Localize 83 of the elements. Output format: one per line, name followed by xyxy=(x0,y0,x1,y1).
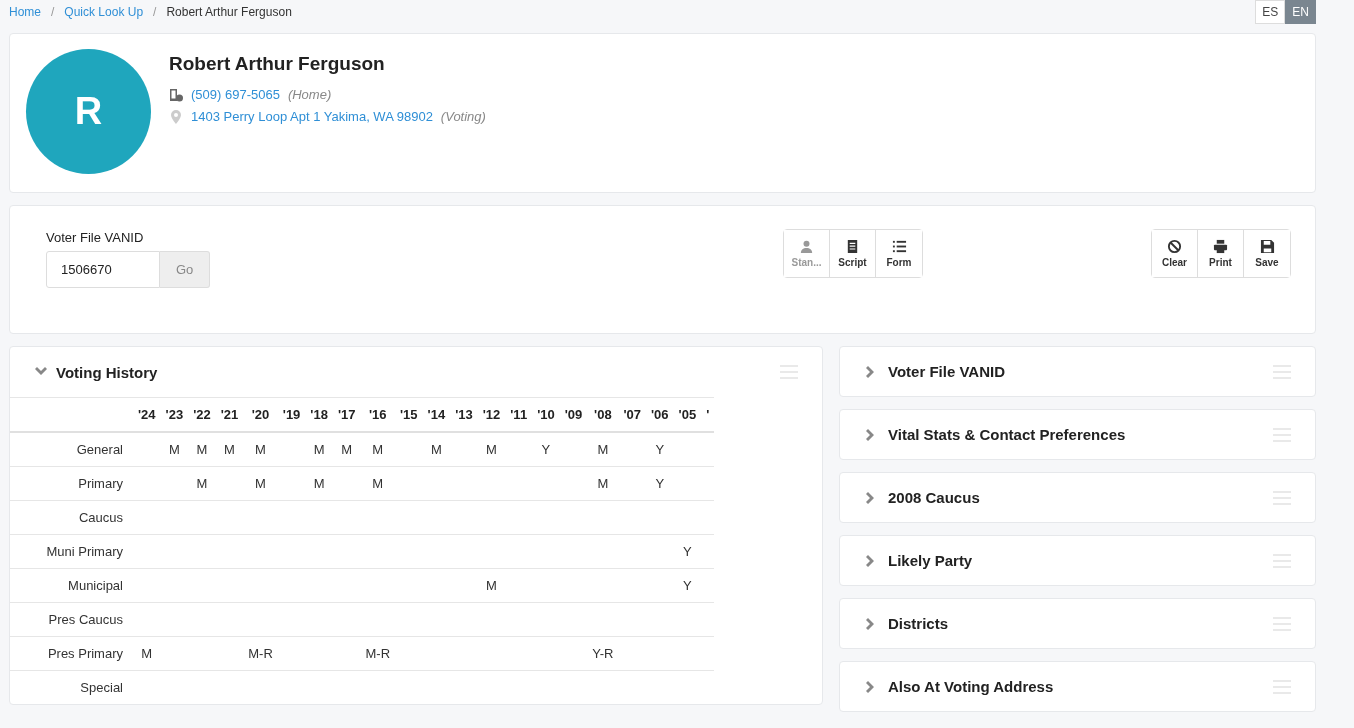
collapsed-panel[interactable]: 2008 Caucus xyxy=(839,472,1316,523)
breadcrumb-separator: / xyxy=(153,5,157,19)
column-header: '16 xyxy=(360,397,396,432)
table-cell: M xyxy=(133,636,161,671)
column-header: '13 xyxy=(450,397,478,432)
table-cell: M-R xyxy=(360,636,396,671)
phone-type: (Home) xyxy=(287,87,332,102)
collapsed-panel[interactable]: Vital Stats & Contact Preferences xyxy=(839,409,1316,460)
row-label: Caucus xyxy=(10,500,133,535)
vanid-input[interactable]: 1506670 xyxy=(46,251,160,288)
row-label: Municipal xyxy=(10,568,133,603)
column-header: '06 xyxy=(646,397,674,432)
column-header: '23 xyxy=(160,397,189,432)
row-label: Muni Primary xyxy=(10,534,133,569)
table-cell: M xyxy=(188,432,216,467)
table-cell: M xyxy=(360,466,396,501)
table-cell: M xyxy=(305,466,333,501)
row-label: Pres Primary xyxy=(10,636,133,671)
column-header: '19 xyxy=(277,397,306,432)
address-link[interactable]: 1403 Perry Loop Apt 1 Yakima, WA 98902 xyxy=(191,109,433,124)
map-pin-icon xyxy=(169,109,183,124)
table-cell: Y xyxy=(532,432,560,467)
table-cell: M xyxy=(477,432,506,467)
table-cell: M xyxy=(188,466,216,501)
column-header: '18 xyxy=(305,397,333,432)
table-cell: M xyxy=(243,466,278,501)
table-cell: Y xyxy=(646,466,674,501)
column-header: '22 xyxy=(188,397,216,432)
language-button[interactable]: EN xyxy=(1285,0,1316,24)
collapsed-panel[interactable]: Districts xyxy=(839,598,1316,649)
row-label: Primary xyxy=(10,466,133,501)
column-header: '12 xyxy=(477,397,506,432)
language-button[interactable]: ES xyxy=(1255,0,1286,24)
column-header: '21 xyxy=(215,397,244,432)
table-cell: M xyxy=(243,432,278,467)
table-cell: M xyxy=(587,466,619,501)
table-cell: M xyxy=(305,432,333,467)
column-header: '05 xyxy=(673,397,702,432)
phone-link[interactable]: (509) 697-5065 xyxy=(191,87,280,102)
column-header: '10 xyxy=(532,397,560,432)
toolbar-button[interactable]: Clear xyxy=(1152,230,1198,277)
table-cell: M xyxy=(215,432,244,467)
table-cell: Y xyxy=(646,432,674,467)
breadcrumb-separator: / xyxy=(51,5,55,19)
column-header: '11 xyxy=(505,397,533,432)
list-icon xyxy=(891,239,907,254)
table-cell: M xyxy=(587,432,619,467)
field-label: Voter File VANID xyxy=(46,230,145,245)
column-header: '20 xyxy=(243,397,278,432)
column-header: '08 xyxy=(587,397,619,432)
table-cell: M xyxy=(332,432,361,467)
script-icon xyxy=(845,239,860,254)
address-type: (Voting) xyxy=(440,109,486,124)
table-cell: M xyxy=(360,432,396,467)
table-cell: M xyxy=(160,432,189,467)
contact-name: Robert Arthur Ferguson xyxy=(169,53,386,75)
save-icon xyxy=(1259,239,1275,254)
table-cell: M xyxy=(477,568,506,603)
table-cell: M xyxy=(422,432,451,467)
collapsed-panel[interactable]: Voter File VANID xyxy=(839,346,1316,397)
person-icon xyxy=(799,239,814,254)
column-header: '14 xyxy=(422,397,451,432)
avatar: R xyxy=(26,49,151,174)
table-cell: Y xyxy=(673,568,702,603)
breadcrumb-current: Robert Arthur Ferguson xyxy=(166,5,292,19)
row-label: Special xyxy=(10,670,133,704)
column-header: '17 xyxy=(332,397,361,432)
column-header: '09 xyxy=(559,397,588,432)
collapsed-panel[interactable]: Also At Voting Address xyxy=(839,661,1316,712)
ban-icon xyxy=(1167,239,1182,254)
collapsed-panel[interactable]: Likely Party xyxy=(839,535,1316,586)
phone-icon xyxy=(169,87,183,102)
column-header: ' xyxy=(701,397,715,432)
column-header: '07 xyxy=(618,397,646,432)
column-header: '15 xyxy=(395,397,423,432)
table-cell: Y xyxy=(673,534,702,569)
row-label: General xyxy=(10,432,133,467)
table-cell: Y-R xyxy=(587,636,619,671)
print-icon xyxy=(1213,239,1228,254)
row-label: Pres Caucus xyxy=(10,602,133,637)
panel-title: Voting History xyxy=(56,363,158,381)
column-header: '24 xyxy=(133,397,161,432)
table-cell: M-R xyxy=(243,636,278,671)
